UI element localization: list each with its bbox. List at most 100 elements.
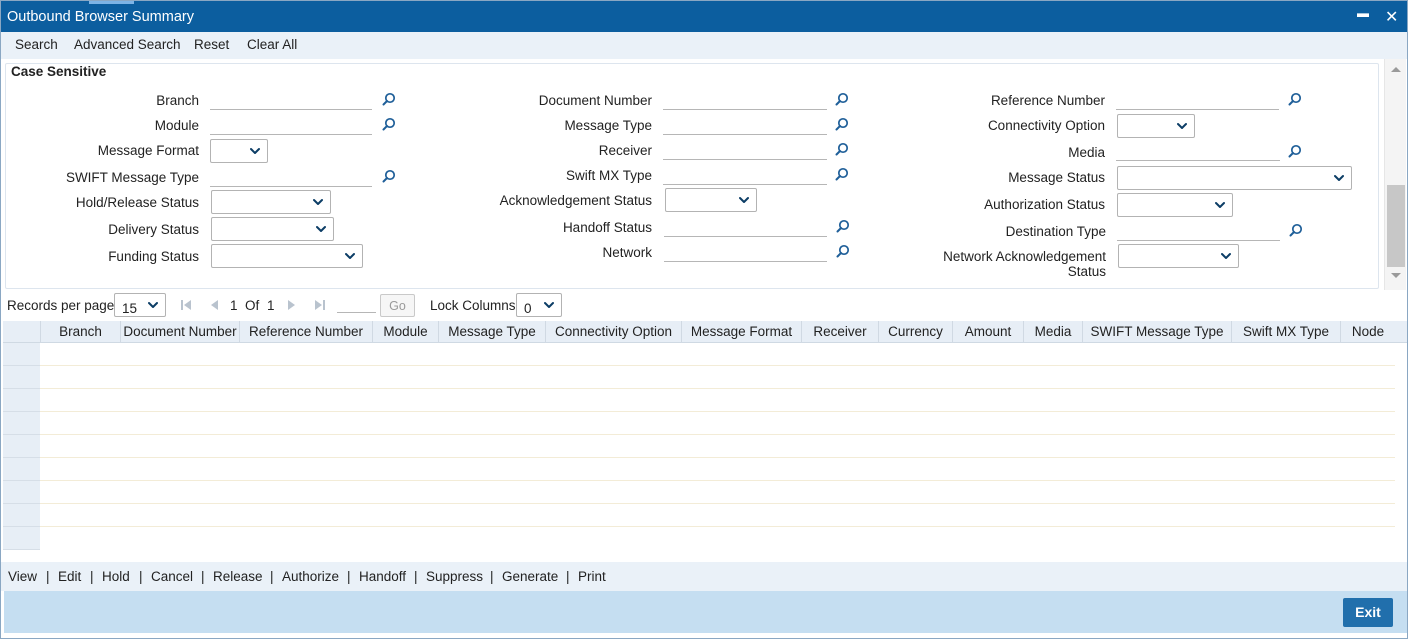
- authorization-status-select[interactable]: [1117, 193, 1233, 217]
- reference-number-input[interactable]: [1116, 94, 1279, 110]
- clear-all-button[interactable]: Clear All: [247, 37, 297, 52]
- branch-search-icon[interactable]: [382, 92, 396, 106]
- message-format-select[interactable]: [210, 139, 268, 163]
- destination-type-search-icon[interactable]: [1289, 223, 1303, 237]
- column-header[interactable]: Connectivity Option: [545, 321, 681, 343]
- row-selector[interactable]: [3, 458, 40, 481]
- row-selector[interactable]: [3, 435, 40, 458]
- suppress-action[interactable]: Suppress: [426, 569, 483, 584]
- network-label: Network: [602, 245, 652, 260]
- handoff-status-input[interactable]: [664, 221, 827, 237]
- go-button[interactable]: Go: [380, 294, 415, 317]
- of-label: Of: [245, 298, 260, 313]
- chevron-down-icon: [250, 146, 260, 156]
- connectivity-option-select[interactable]: [1117, 114, 1195, 138]
- authorize-action[interactable]: Authorize: [282, 569, 339, 584]
- message-type-search-icon[interactable]: [835, 117, 849, 131]
- row-selector[interactable]: [3, 504, 40, 527]
- network-input[interactable]: [664, 246, 827, 262]
- next-page-icon[interactable]: [286, 299, 298, 311]
- close-icon[interactable]: ✕: [1385, 7, 1398, 27]
- column-header[interactable]: Reference Number: [239, 321, 372, 343]
- go-to-page-input[interactable]: [337, 297, 376, 313]
- destination-type-input[interactable]: [1117, 225, 1280, 241]
- branch-input[interactable]: [210, 94, 372, 110]
- network-ack-status-select[interactable]: [1118, 244, 1239, 268]
- hold-action[interactable]: Hold: [102, 569, 130, 584]
- column-header[interactable]: Swift MX Type: [1231, 321, 1340, 343]
- column-header[interactable]: Currency: [878, 321, 952, 343]
- module-search-icon[interactable]: [382, 117, 396, 131]
- column-header[interactable]: Amount: [952, 321, 1023, 343]
- row-selector[interactable]: [3, 343, 40, 366]
- advanced-search-button[interactable]: Advanced Search: [74, 37, 181, 52]
- view-action[interactable]: View: [8, 569, 37, 584]
- document-number-input[interactable]: [663, 94, 827, 110]
- release-action[interactable]: Release: [213, 569, 263, 584]
- swift-mx-type-search-icon[interactable]: [835, 167, 849, 181]
- column-header[interactable]: Document Number: [120, 321, 239, 343]
- search-button[interactable]: Search: [15, 37, 58, 52]
- handoff-action[interactable]: Handoff: [359, 569, 406, 584]
- swift-mx-type-input[interactable]: [663, 169, 827, 185]
- media-search-icon[interactable]: [1288, 144, 1302, 158]
- print-action[interactable]: Print: [578, 569, 606, 584]
- hold-release-status-select[interactable]: [211, 190, 331, 214]
- row-selector[interactable]: [3, 366, 40, 389]
- edit-action[interactable]: Edit: [58, 569, 81, 584]
- toolbar: Search Advanced Search Reset Clear All: [1, 32, 1407, 59]
- chevron-down-icon: [1177, 121, 1187, 131]
- row-selector[interactable]: [3, 527, 40, 550]
- exit-button[interactable]: Exit: [1343, 598, 1393, 627]
- reset-button[interactable]: Reset: [194, 37, 229, 52]
- first-page-icon[interactable]: [180, 299, 192, 311]
- row-selector[interactable]: [3, 481, 40, 504]
- column-header[interactable]: Receiver: [801, 321, 878, 343]
- document-number-search-icon[interactable]: [835, 92, 849, 106]
- last-page-icon[interactable]: [314, 299, 326, 311]
- message-type-input[interactable]: [663, 119, 827, 135]
- module-label: Module: [154, 118, 199, 133]
- acknowledgement-status-select[interactable]: [665, 188, 757, 212]
- chevron-down-icon: [1221, 251, 1231, 261]
- hold-release-status-label: Hold/Release Status: [75, 195, 199, 210]
- swift-message-type-input[interactable]: [210, 171, 372, 187]
- message-type-label: Message Type: [564, 118, 652, 133]
- action-separator: |: [201, 569, 205, 584]
- records-per-page-select[interactable]: 15: [114, 293, 166, 317]
- generate-action[interactable]: Generate: [502, 569, 558, 584]
- column-header[interactable]: SWIFT Message Type: [1082, 321, 1231, 343]
- column-header[interactable]: Message Type: [438, 321, 545, 343]
- delivery-status-label: Delivery Status: [108, 222, 199, 237]
- connectivity-option-label: Connectivity Option: [987, 118, 1105, 133]
- column-header[interactable]: Node: [1340, 321, 1395, 343]
- lock-columns-select[interactable]: 0: [516, 293, 562, 317]
- reference-number-search-icon[interactable]: [1288, 92, 1302, 106]
- column-header[interactable]: Message Format: [681, 321, 801, 343]
- receiver-search-icon[interactable]: [835, 142, 849, 156]
- delivery-status-select[interactable]: [211, 217, 334, 241]
- scroll-thumb[interactable]: [1387, 185, 1405, 267]
- receiver-input[interactable]: [663, 144, 827, 160]
- message-status-select[interactable]: [1117, 166, 1352, 190]
- handoff-status-search-icon[interactable]: [836, 219, 850, 233]
- swift-message-type-search-icon[interactable]: [382, 169, 396, 183]
- network-search-icon[interactable]: [836, 244, 850, 258]
- module-input[interactable]: [210, 119, 372, 135]
- column-header[interactable]: Media: [1023, 321, 1082, 343]
- row-selector[interactable]: [3, 412, 40, 435]
- row-selector[interactable]: [3, 389, 40, 412]
- scroll-down-icon[interactable]: [1390, 272, 1402, 280]
- minimize-icon[interactable]: ▬: [1357, 6, 1369, 20]
- destination-type-label: Destination Type: [1005, 224, 1106, 239]
- cancel-action[interactable]: Cancel: [151, 569, 193, 584]
- form-vertical-scrollbar[interactable]: [1384, 59, 1406, 290]
- column-header[interactable]: Module: [372, 321, 438, 343]
- action-separator: |: [566, 569, 570, 584]
- column-header[interactable]: Branch: [40, 321, 120, 343]
- scroll-up-icon[interactable]: [1390, 65, 1402, 73]
- media-input[interactable]: [1116, 145, 1280, 161]
- previous-page-icon[interactable]: [208, 299, 220, 311]
- funding-status-select[interactable]: [211, 244, 363, 268]
- records-per-page-value: 15: [122, 301, 138, 316]
